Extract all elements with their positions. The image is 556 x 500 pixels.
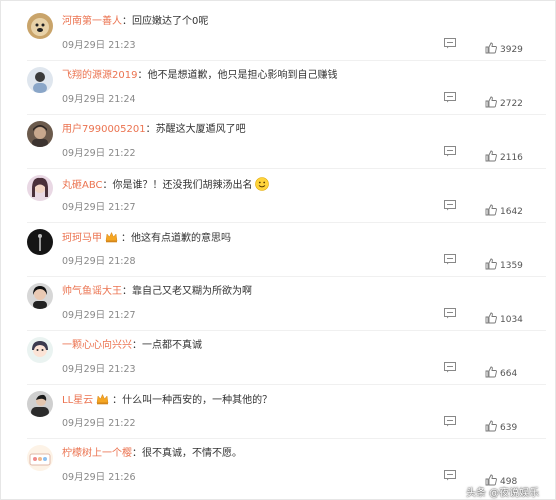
comment-item: 河南第一善人：回应嫩达了个0呢 09月29日 21:23 3929: [0, 13, 556, 65]
like-count: 1642: [500, 207, 523, 217]
divider: [27, 384, 546, 385]
colon-separator: ：: [122, 16, 132, 27]
comment-item: 珂珂马甲 ：他这有点道歉的意思吗 09月29日 21:28 1359: [0, 229, 556, 281]
comment-text: 他这有点道歉的意思吗: [131, 233, 231, 244]
like-button[interactable]: 664: [485, 361, 517, 379]
avatar[interactable]: [27, 121, 53, 147]
username[interactable]: 用户7990005201: [62, 124, 146, 135]
thumbs-up-icon: [485, 258, 497, 270]
comment-text: 靠自己又老又糊为所欲为啊: [132, 286, 252, 297]
colon-separator: ：: [132, 340, 142, 351]
avatar[interactable]: [27, 229, 53, 255]
avatar[interactable]: [27, 175, 53, 201]
divider: [27, 330, 546, 331]
comment-icon[interactable]: [444, 416, 456, 427]
divider: [27, 276, 546, 277]
comment-icon[interactable]: [444, 38, 456, 49]
username[interactable]: LL星云: [62, 395, 93, 406]
thumbs-up-icon: [485, 150, 497, 162]
smile-emoji-icon: [254, 177, 269, 191]
divider: [27, 114, 546, 115]
thumbs-up-icon: [485, 312, 497, 324]
thumbs-up-icon: [485, 420, 497, 432]
comment-icon[interactable]: [444, 200, 456, 211]
comment-time: 09月29日 21:28: [62, 256, 136, 267]
avatar[interactable]: [27, 337, 53, 363]
username[interactable]: 帅气鱼谣大王: [62, 286, 122, 297]
like-button[interactable]: 639: [485, 415, 517, 433]
like-count: 1359: [500, 261, 523, 271]
comment-text: 回应嫩达了个0呢: [132, 16, 209, 27]
thumbs-up-icon: [485, 42, 497, 54]
comment-item: 飞翔的源源2019：他不是想道歉，他只是担心影响到自己赚钱 09月29日 21:…: [0, 67, 556, 119]
comment-icon[interactable]: [444, 92, 456, 103]
like-button[interactable]: 1642: [485, 199, 523, 217]
divider: [27, 168, 546, 169]
colon-separator: ：: [121, 233, 131, 244]
comment-icon[interactable]: [444, 362, 456, 373]
thumbs-up-icon: [485, 366, 497, 378]
comment-text: 什么叫一种西安的，一种其他的？: [122, 395, 273, 406]
comment-text: 一点都不真诚: [142, 340, 202, 351]
divider: [27, 222, 546, 223]
like-count: 3929: [500, 45, 523, 55]
colon-separator: ：: [132, 448, 142, 459]
colon-separator: ：: [112, 395, 123, 406]
like-button[interactable]: 3929: [485, 37, 523, 55]
like-button[interactable]: 2722: [485, 91, 523, 109]
like-button[interactable]: 498: [485, 469, 517, 487]
divider: [27, 60, 546, 61]
watermark: 头条 @夜说娱乐: [466, 488, 540, 499]
like-count: 2116: [500, 153, 523, 163]
like-button[interactable]: 1359: [485, 253, 523, 271]
comment-text: 你是谁？！还没我们胡辣汤出名: [112, 180, 253, 191]
crown-badge-icon: [96, 393, 109, 405]
comment-time: 09月29日 21:22: [62, 148, 136, 159]
username[interactable]: 飞翔的源源2019: [62, 70, 137, 81]
comment-time: 09月29日 21:27: [62, 310, 136, 321]
comment-item: 丸砸ABC：你是谁？！还没我们胡辣汤出名 09月29日 21:27 1642: [0, 175, 556, 227]
username[interactable]: 河南第一善人: [62, 16, 122, 27]
comment-time: 09月29日 21:23: [62, 364, 136, 375]
comment-text: 很不真诚，不情不愿。: [142, 448, 242, 459]
comment-time: 09月29日 21:24: [62, 94, 136, 105]
like-button[interactable]: 2116: [485, 145, 523, 163]
comment-item: 帅气鱼谣大王：靠自己又老又糊为所欲为啊 09月29日 21:27 1034: [0, 283, 556, 335]
comment-text: 苏醒这大厦遁风了吧: [155, 124, 246, 135]
comment-icon[interactable]: [444, 254, 456, 265]
divider: [27, 438, 546, 439]
username[interactable]: 柠檬树上一个樱: [62, 448, 132, 459]
thumbs-up-icon: [485, 204, 497, 216]
comment-text: 他不是想道歉，他只是担心影响到自己赚钱: [147, 70, 338, 81]
colon-separator: ：: [102, 180, 113, 191]
username[interactable]: 珂珂马甲: [62, 233, 102, 244]
like-count: 1034: [500, 315, 523, 325]
avatar[interactable]: [27, 445, 53, 471]
comment-icon[interactable]: [444, 470, 456, 481]
colon-separator: ：: [145, 124, 156, 135]
username[interactable]: 一颗心心向兴兴: [62, 340, 132, 351]
comment-item: 一颗心心向兴兴：一点都不真诚 09月29日 21:23 664: [0, 337, 556, 389]
comment-icon[interactable]: [444, 146, 456, 157]
like-count: 639: [500, 423, 518, 433]
like-button[interactable]: 1034: [485, 307, 523, 325]
comment-icon[interactable]: [444, 308, 456, 319]
like-count: 2722: [500, 99, 523, 109]
avatar[interactable]: [27, 391, 53, 417]
comment-time: 09月29日 21:26: [62, 472, 136, 483]
comment-time: 09月29日 21:22: [62, 418, 136, 429]
crown-badge-icon: [105, 231, 118, 243]
avatar[interactable]: [27, 283, 53, 309]
comment-item: LL星云 ：什么叫一种西安的，一种其他的？ 09月29日 21:22 639: [0, 391, 556, 443]
comment-time: 09月29日 21:27: [62, 202, 136, 213]
colon-separator: ：: [122, 286, 132, 297]
thumbs-up-icon: [485, 96, 497, 108]
comment-item: 用户7990005201：苏醒这大厦遁风了吧 09月29日 21:22 2116: [0, 121, 556, 173]
avatar[interactable]: [27, 67, 53, 93]
comment-time: 09月29日 21:23: [62, 40, 136, 51]
avatar[interactable]: [27, 13, 53, 39]
like-count: 664: [500, 369, 518, 379]
username[interactable]: 丸砸ABC: [62, 180, 103, 191]
colon-separator: ：: [137, 70, 148, 81]
